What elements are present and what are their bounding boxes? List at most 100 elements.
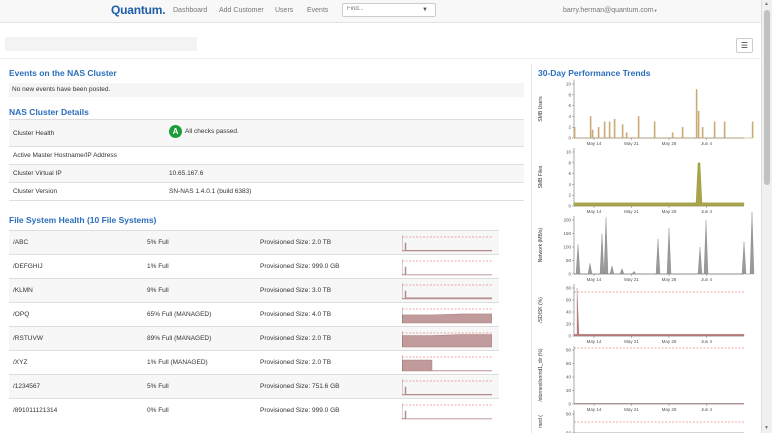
events-message: No new events have been posted.: [9, 83, 524, 97]
y-tick-label: 80: [566, 348, 572, 353]
y-tick-label: 2: [568, 125, 571, 130]
y-tick-label: 40: [566, 310, 572, 315]
filesystem-name: /RSTUVW: [13, 335, 43, 342]
filesystem-row[interactable]: /1234567 5% Full Provisioned Size: 751.6 G…: [9, 374, 499, 399]
scroll-down-icon[interactable]: ▼: [764, 425, 769, 431]
usage-sparkline: [402, 355, 492, 372]
scrollbar-thumb[interactable]: [764, 10, 770, 185]
usage-sparkline: [402, 283, 492, 300]
filesystem-row[interactable]: /ABC 5% Full Provisioned Size: 2.0 TB: [9, 230, 499, 255]
x-tick-label: Jun 4: [701, 141, 713, 146]
y-axis-label: SMB Files: [538, 165, 544, 188]
detail-row-master: Active Master Hostname/IP Address: [9, 146, 524, 164]
filesystem-provisioned-size: Provisioned Size: 751.6 GB: [260, 383, 340, 390]
filesystem-usage: 1% Full: [147, 263, 169, 270]
x-tick-label: May 14: [587, 339, 602, 344]
filesystem-provisioned-size: Provisioned Size: 2.0 TB: [260, 239, 332, 246]
quantum-logo[interactable]: Quantum.: [111, 3, 166, 17]
nav-users[interactable]: Users: [275, 7, 293, 14]
find-input[interactable]: [347, 6, 417, 12]
x-tick-label: May 21: [624, 209, 639, 214]
filesystem-row[interactable]: /XYZ 1% Full (MANAGED) Provisioned Size: 2…: [9, 350, 499, 375]
y-tick-label: 60: [566, 361, 572, 366]
y-tick-label: 4: [568, 114, 571, 119]
filesystem-row[interactable]: /RSTUVW 89% Full (MANAGED) Provisioned Siz…: [9, 326, 499, 351]
filesystem-row[interactable]: /DEFGHIJ 1% Full Provisioned Size: 999.0 G…: [9, 254, 499, 279]
y-tick-label: 100: [563, 245, 571, 250]
nav-events[interactable]: Events: [307, 7, 328, 14]
detail-label: Active Master Hostname/IP Address: [13, 152, 117, 159]
y-tick-label: 40: [566, 375, 572, 380]
nav-dashboard[interactable]: Dashboard: [173, 7, 207, 14]
filesystem-usage: 89% Full (MANAGED): [147, 335, 212, 342]
y-axis-label: Network (MB/s): [538, 227, 544, 262]
x-tick-label: May 28: [662, 209, 677, 214]
health-status: A All checks passed.: [169, 125, 239, 138]
filesystem-row[interactable]: /OPQ 65% Full (MANAGED) Provisioned Size: …: [9, 302, 499, 327]
y-tick-label: 0: [568, 272, 571, 277]
find-select[interactable]: ▼: [342, 3, 436, 17]
x-tick-label: Jun 4: [701, 277, 713, 282]
y-tick-label: 0: [568, 204, 571, 209]
y-tick-label: 50: [566, 258, 572, 263]
top-navbar: Quantum. Dashboard Add Customer Users Ev…: [0, 0, 762, 23]
chart-area: [573, 89, 754, 139]
chart-area: [573, 287, 745, 337]
filesystem-usage: 5% Full: [147, 383, 169, 390]
usage-area: [402, 266, 492, 276]
caret-down-icon: ▼: [653, 8, 658, 13]
filesystem-provisioned-size: Provisioned Size: 999.0 GB: [260, 263, 340, 270]
filesystem-provisioned-size: Provisioned Size: 3.0 TB: [260, 287, 332, 294]
events-panel: No new events have been posted.: [9, 83, 524, 97]
detail-row-vip: Cluster Virtual IP 10.65.167.6: [9, 164, 524, 182]
filesystems-title: File System Health (10 File Systems): [9, 215, 157, 225]
perf-panel: 0 2 4 6 8 10 SMB Users May 14 May 21 May 28 Jun 4 0…: [531, 64, 763, 433]
y-tick-label: 6: [568, 103, 571, 108]
nav-add-customer[interactable]: Add Customer: [219, 7, 264, 14]
user-menu[interactable]: barry.herman@quantum.com▼: [563, 7, 658, 14]
usage-area: [402, 386, 492, 396]
detail-label: Cluster Version: [13, 188, 58, 195]
y-tick-label: 4: [568, 182, 571, 187]
x-tick-label: Jun 4: [701, 407, 713, 412]
y-tick-label: 150: [563, 231, 571, 236]
usage-sparkline: [402, 403, 492, 420]
usage-area: [402, 359, 492, 372]
x-tick-label: May 28: [662, 407, 677, 412]
detail-value: 10.65.167.6: [169, 170, 204, 177]
y-tick-label: 8: [568, 160, 571, 165]
usage-area: [402, 313, 492, 324]
y-tick-label: 10: [566, 82, 572, 87]
usage-area: [402, 410, 492, 420]
filesystem-provisioned-size: Provisioned Size: 999.0 GB: [260, 407, 340, 414]
filesystem-usage: 9% Full: [147, 287, 169, 294]
x-tick-label: May 21: [624, 407, 639, 412]
y-tick-label: 0: [568, 136, 571, 141]
filesystem-name: /KLMN: [13, 287, 33, 294]
y-tick-label: 20: [566, 322, 572, 327]
filesystem-row[interactable]: /891011121314 0% Full Provisioned Size: 99…: [9, 398, 499, 423]
usage-sparkline: [402, 235, 492, 252]
usage-sparkline: [402, 379, 492, 396]
menu-toggle-button[interactable]: ☰: [736, 38, 753, 53]
x-tick-label: May 28: [662, 339, 677, 344]
filesystem-name: /DEFGHIJ: [13, 263, 43, 270]
usage-area: [402, 242, 492, 252]
detail-row-version: Cluster Version SN-NAS 1.4.0.1 (build 63…: [9, 182, 524, 201]
y-axis-label: SMB Users: [538, 96, 544, 122]
filesystem-row[interactable]: /KLMN 9% Full Provisioned Size: 3.0 TB: [9, 278, 499, 303]
filesystem-usage: 5% Full: [147, 239, 169, 246]
scroll-up-icon[interactable]: ▲: [764, 1, 769, 7]
filesystem-name: /OPQ: [13, 311, 30, 318]
detail-label: Cluster Health: [13, 130, 55, 137]
filesystem-provisioned-size: Provisioned Size: 4.0 TB: [260, 311, 332, 318]
chart-area: [573, 162, 745, 207]
perf-charts: 0 2 4 6 8 10 SMB Users May 14 May 21 May 28 Jun 4 0…: [538, 80, 755, 433]
y-tick-label: 6: [568, 171, 571, 176]
divider: [0, 58, 762, 59]
x-tick-label: Jun 4: [701, 339, 713, 344]
detail-label: Cluster Virtual IP: [13, 170, 62, 177]
y-tick-label: 10: [566, 150, 572, 155]
caret-down-icon: ▼: [422, 7, 428, 13]
x-tick-label: May 14: [587, 407, 602, 412]
